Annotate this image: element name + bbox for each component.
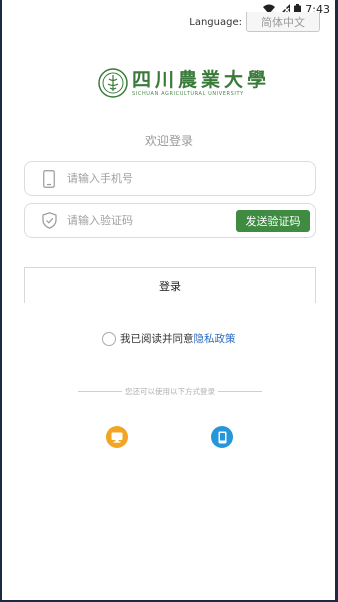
divider-line-right: [218, 391, 262, 392]
logo-text: 四川農業大學 SICHUAN AGRICULTURAL UNIVERSITY: [132, 70, 270, 97]
mobile-icon: [218, 431, 226, 443]
phone-input[interactable]: [67, 172, 227, 185]
pc-login-button[interactable]: [106, 426, 128, 448]
verification-code-field: 发送验证码: [24, 203, 316, 238]
logo-text-cn: 四川農業大學: [132, 68, 271, 91]
verification-code-input[interactable]: [67, 214, 227, 227]
mobile-login-button[interactable]: [211, 426, 233, 448]
alt-login-divider: 您还可以使用以下方式登录: [78, 386, 262, 397]
agreement-checkbox[interactable]: [102, 331, 116, 346]
language-button[interactable]: 简体中文: [246, 12, 320, 32]
alt-login-text: 您还可以使用以下方式登录: [125, 387, 215, 396]
privacy-policy-link[interactable]: 隐私政策: [194, 331, 236, 346]
shield-icon: [41, 212, 57, 230]
university-logo: 四川農業大學 SICHUAN AGRICULTURAL UNIVERSITY: [98, 68, 270, 98]
send-code-button[interactable]: 发送验证码: [236, 210, 310, 232]
welcome-title: 欢迎登录: [144, 134, 193, 148]
language-label: Language:: [189, 16, 242, 28]
language-selector: Language: 简体中文: [189, 12, 320, 32]
pc-icon: [111, 432, 123, 443]
login-button[interactable]: 登录: [24, 267, 316, 303]
privacy-agreement: 我已阅读并同意 隐私政策: [102, 331, 236, 346]
phone-icon: [41, 169, 57, 188]
divider-line-left: [78, 391, 122, 392]
phone-field: [24, 161, 316, 196]
agreement-text: 我已阅读并同意: [120, 333, 194, 345]
university-emblem-icon: [98, 68, 128, 98]
window-frame-left: [0, 0, 2, 602]
logo-text-en: SICHUAN AGRICULTURAL UNIVERSITY: [132, 90, 244, 97]
